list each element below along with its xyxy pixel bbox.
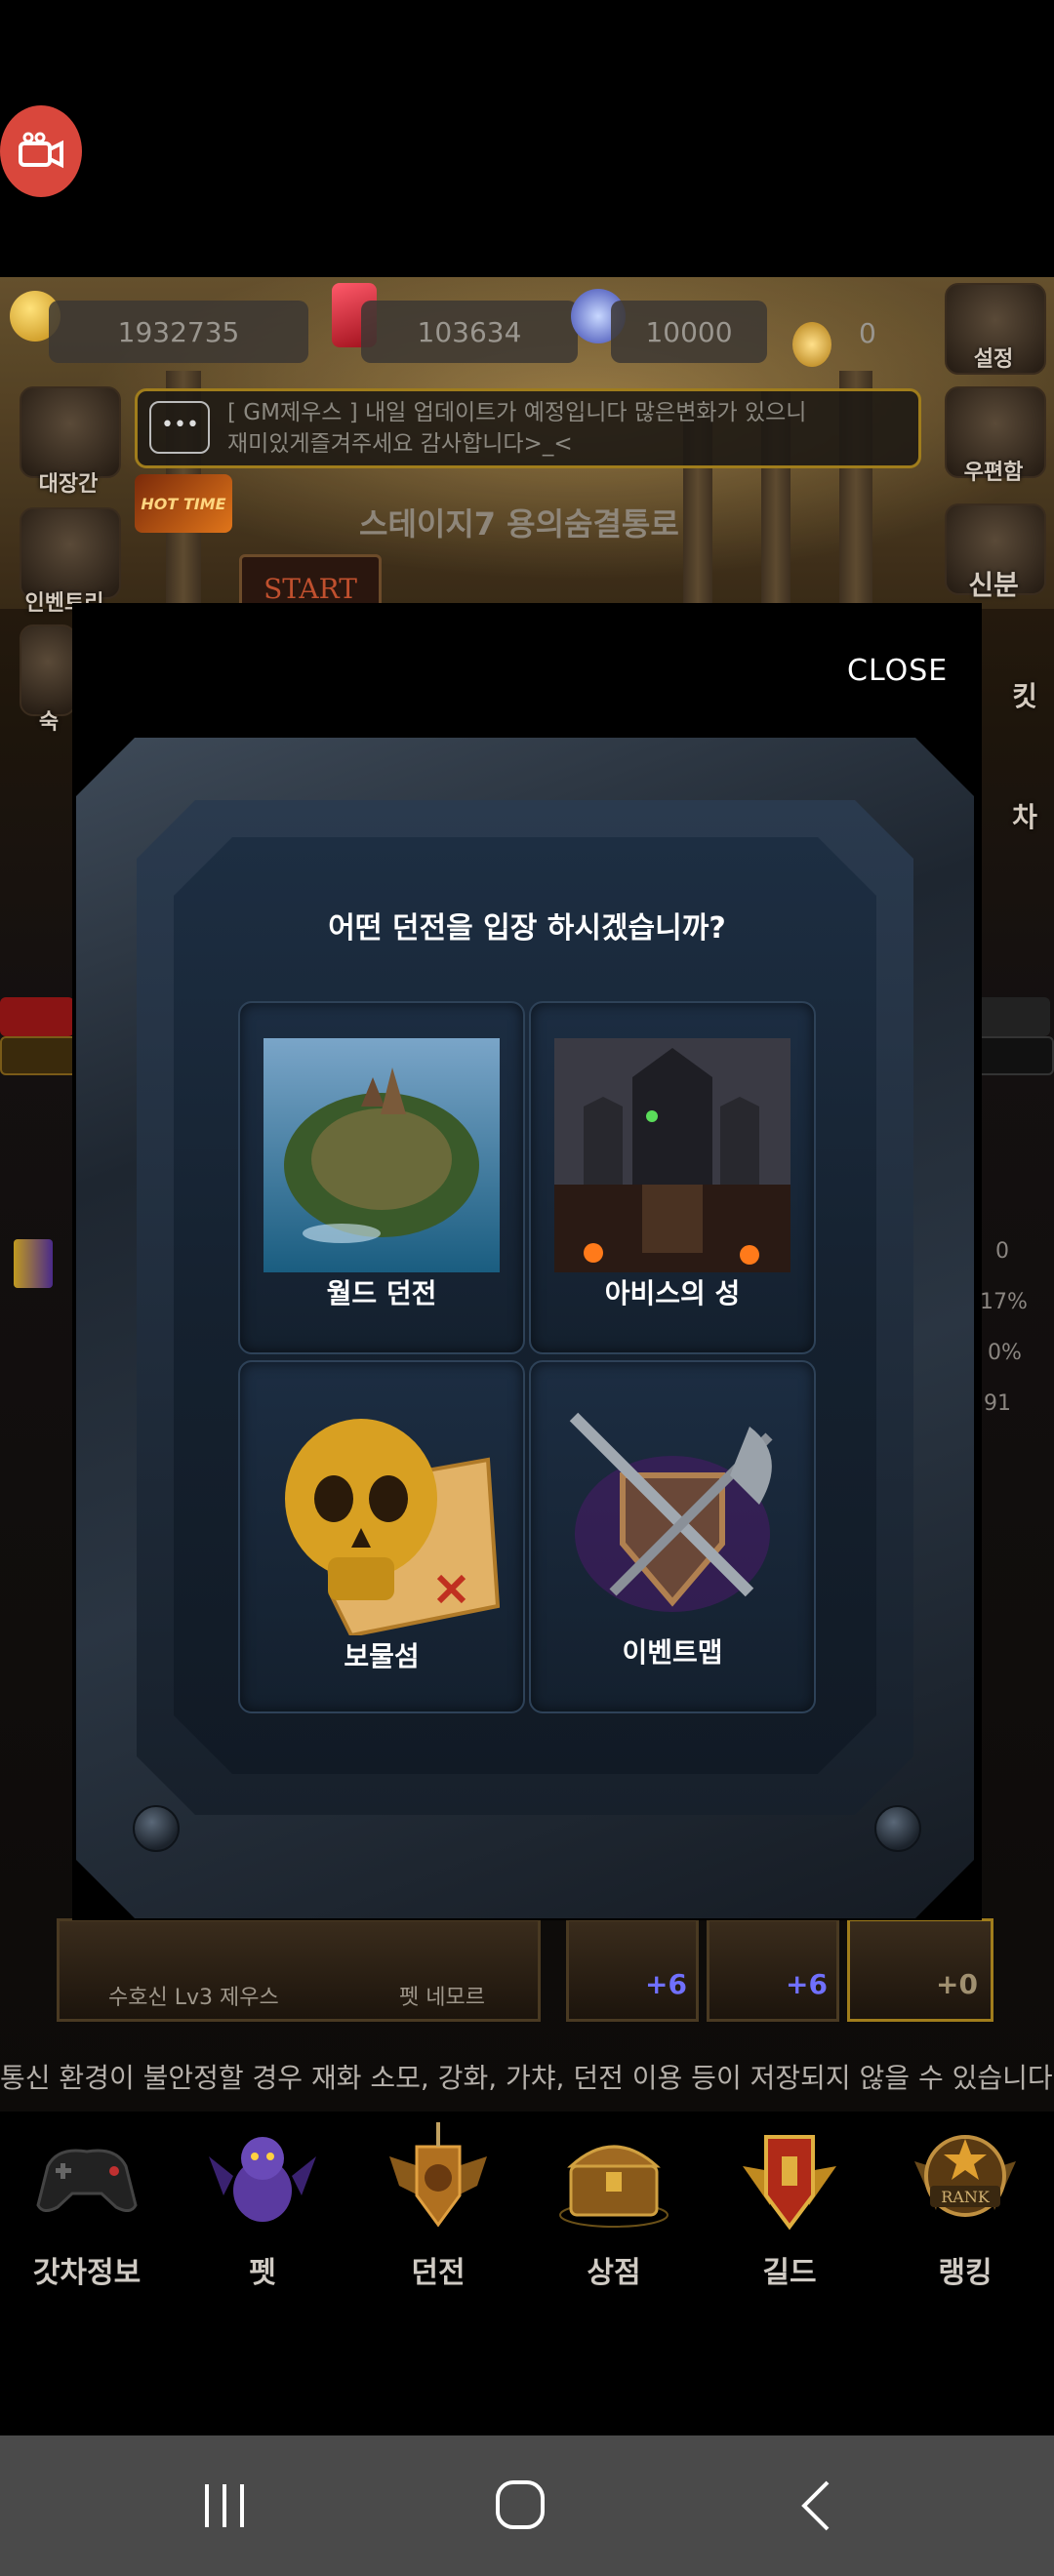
world-dungeon-label: 월드 던전 bbox=[326, 1277, 437, 1309]
star-value: 10000 bbox=[645, 315, 733, 348]
screen-record-button[interactable] bbox=[0, 105, 82, 197]
nav-dungeon-label: 던전 bbox=[411, 2256, 466, 2290]
guild-crest-icon bbox=[743, 2135, 836, 2231]
nav-ranking-label: 랭킹 bbox=[938, 2256, 993, 2290]
stage-title: 스테이지7 용의숨결통로 bbox=[359, 505, 679, 543]
gold-value: 1932735 bbox=[117, 315, 240, 348]
nav-gacha-info[interactable]: 갓차정보 bbox=[4, 2117, 170, 2291]
frame-bolt-right bbox=[874, 1805, 921, 1852]
stat-value-3: 0% bbox=[988, 1341, 1022, 1365]
island-icon bbox=[264, 1038, 500, 1272]
nav-gacha-info-label: 갓차정보 bbox=[32, 2256, 142, 2290]
mailbox-label: 우편함 bbox=[963, 461, 1024, 485]
emblem-plus: +0 bbox=[936, 1968, 978, 2000]
guardian-caption: 수호신 Lv3 제우스 bbox=[108, 1986, 279, 2010]
back-icon[interactable] bbox=[798, 2478, 833, 2533]
chat-bubble-icon: ••• bbox=[149, 401, 210, 454]
orb-plus: +6 bbox=[786, 1968, 828, 2000]
notice-line-1: [ GM제우스 ] 내일 업데이트가 예정입니다 많은변화가 있으니 bbox=[227, 400, 807, 425]
modal-title: 어떤 던전을 입장 하시겠습니까? bbox=[328, 911, 726, 946]
close-button[interactable]: CLOSE bbox=[847, 654, 948, 688]
nav-shop-label: 상점 bbox=[587, 2256, 641, 2290]
token-coin-icon bbox=[792, 322, 831, 367]
nav-guild-label: 길드 bbox=[762, 2256, 817, 2290]
camera-record-icon bbox=[19, 132, 63, 169]
settings-label: 설정 bbox=[973, 347, 1014, 372]
gold-counter: 1932735 bbox=[49, 301, 308, 363]
world-dungeon-option[interactable]: 월드 던전 bbox=[238, 1001, 525, 1354]
nav-ranking[interactable]: RANK 랭킹 bbox=[882, 2117, 1048, 2291]
dragon-icon bbox=[209, 2137, 316, 2222]
guardian-card[interactable]: 수호신 Lv3 제우스 펫 네모르 bbox=[57, 1918, 541, 2022]
rank-badge-text: RANK bbox=[941, 2188, 991, 2206]
event-map-option[interactable]: 이벤트맵 bbox=[529, 1360, 816, 1713]
ruby-counter: 103634 bbox=[361, 301, 578, 363]
stat-value-2: 17% bbox=[980, 1290, 1028, 1314]
notice-line-2: 재미있게즐겨주세요 감사합니다>_< bbox=[227, 431, 573, 457]
hot-time-badge[interactable]: HOT TIME bbox=[135, 474, 232, 533]
notice-text: [ GM제우스 ] 내일 업데이트가 예정입니다 많은변화가 있으니 재미있게즐… bbox=[227, 397, 806, 460]
exp-bar bbox=[0, 1036, 78, 1075]
recent-apps-icon[interactable] bbox=[201, 2480, 250, 2531]
nav-guild[interactable]: 길드 bbox=[707, 2117, 872, 2291]
android-nav-bar bbox=[0, 2435, 1054, 2576]
treasure-island-label: 보물섬 bbox=[344, 1640, 420, 1672]
treasure-chest-icon bbox=[559, 2145, 669, 2228]
frame-bolt-left bbox=[133, 1805, 180, 1852]
stat-value-4: 91 bbox=[984, 1391, 1011, 1416]
notice-banner: ••• [ GM제우스 ] 내일 업데이트가 예정입니다 많은변화가 있으니 재… bbox=[135, 388, 921, 468]
forge-button[interactable] bbox=[20, 386, 121, 478]
nav-dungeon[interactable]: 던전 bbox=[355, 2117, 521, 2291]
ruby-value: 103634 bbox=[417, 315, 522, 348]
star-counter: 10000 bbox=[611, 301, 767, 363]
shield-swords-icon bbox=[569, 1412, 773, 1612]
nav-pet-label: 펫 bbox=[249, 2256, 276, 2290]
hp-bar bbox=[0, 997, 74, 1036]
home-icon[interactable] bbox=[494, 2478, 548, 2533]
side-menu-button[interactable] bbox=[20, 624, 76, 716]
orb-slot[interactable]: +6 bbox=[707, 1918, 839, 2022]
emblem-slot[interactable]: +0 bbox=[847, 1918, 993, 2022]
identity-label: 신분 bbox=[968, 569, 1019, 601]
forge-label: 대장간 bbox=[38, 472, 99, 497]
stat-value-1: 0 bbox=[995, 1239, 1009, 1264]
token-value: 0 bbox=[859, 317, 876, 349]
ring-slot[interactable]: +6 bbox=[566, 1918, 699, 2022]
ring-plus: +6 bbox=[645, 1968, 687, 2000]
network-warning-text: 통신 환경이 불안정할 경우 재화 소모, 강화, 가챠, 던전 이용 등이 저… bbox=[0, 2062, 1054, 2094]
event-map-label: 이벤트맵 bbox=[622, 1636, 723, 1669]
right-bar-2 bbox=[976, 1036, 1054, 1075]
abyss-castle-label: 아비스의 성 bbox=[604, 1277, 741, 1309]
abyss-castle-option[interactable]: 아비스의 성 bbox=[529, 1001, 816, 1354]
gamepad-icon bbox=[36, 2149, 138, 2212]
nav-pet[interactable]: 펫 bbox=[180, 2117, 345, 2291]
treasure-island-option[interactable]: 보물섬 bbox=[238, 1360, 525, 1713]
rank-badge-icon: RANK bbox=[914, 2135, 1016, 2217]
slot-icon bbox=[14, 1239, 53, 1288]
dungeon-crest-icon bbox=[389, 2122, 487, 2228]
right-bar-1 bbox=[976, 997, 1050, 1036]
nav-shop[interactable]: 상점 bbox=[531, 2117, 697, 2291]
pet-caption: 펫 네모르 bbox=[399, 1986, 485, 2010]
skull-map-icon bbox=[285, 1419, 500, 1635]
castle-icon bbox=[554, 1038, 790, 1272]
